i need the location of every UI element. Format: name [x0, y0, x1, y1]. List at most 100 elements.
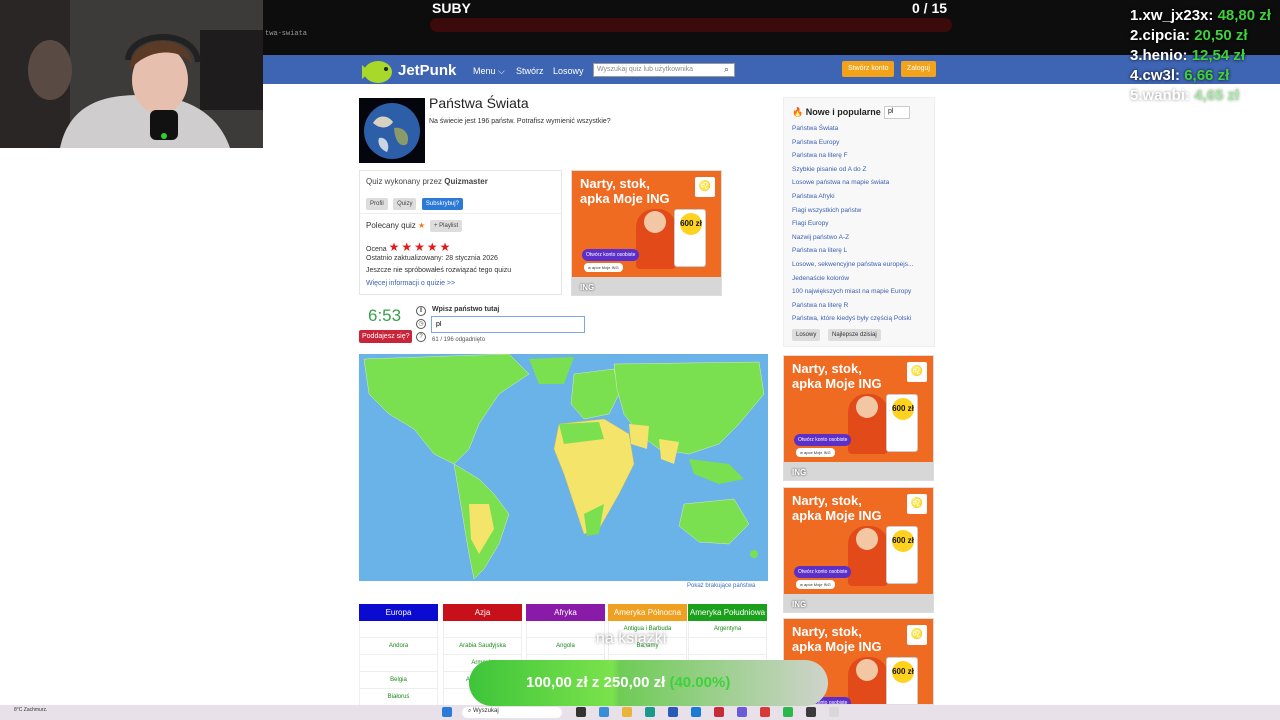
language-select[interactable]: pl: [884, 106, 910, 119]
lion-logo-icon: ♌: [907, 362, 927, 382]
pause-icon[interactable]: Ⅱ: [416, 306, 426, 316]
nav-random[interactable]: Losowy: [553, 66, 584, 76]
app-icon[interactable]: [645, 707, 655, 717]
updated-date: Ostatnio zaktualizowany: 28 stycznia 202…: [366, 255, 498, 262]
popular-sidebar: 🔥 Nowe i popularne pl Państwa Świata Pańs…: [783, 97, 935, 347]
country-cell: Andora: [359, 638, 438, 655]
continent-header: Ameryka Południowa: [688, 604, 767, 621]
leaderboard-row: 1.xw_jx23x: 48,80 zł: [1130, 7, 1271, 24]
random-button[interactable]: Losowy: [792, 329, 821, 341]
leaderboard-row: 2.cipcia: 20,50 zł: [1130, 27, 1248, 44]
author-line: Quiz wykonany przez Quizmaster: [366, 177, 488, 186]
best-today-button[interactable]: Najlepsze dzisiaj: [828, 329, 881, 341]
stream-subtitle: na książki: [596, 630, 667, 647]
country-cell: Argentyna: [688, 621, 767, 638]
sidebar-quiz-link[interactable]: Państwa na literę F: [792, 152, 848, 159]
nav-menu[interactable]: Menu ⌵: [473, 66, 505, 77]
donation-goal-text: 100,00 zł z 250,00 zł (40.00%): [526, 674, 731, 691]
lion-logo-icon: ♌: [695, 177, 715, 197]
country-cell: Belgia: [359, 672, 438, 689]
sidebar-quiz-link[interactable]: Państwa Afryki: [792, 193, 835, 200]
fire-icon: 🔥: [792, 107, 804, 117]
world-map: [359, 354, 768, 581]
chrome-icon[interactable]: [829, 707, 839, 717]
country-cell: Angola: [526, 638, 605, 655]
sidebar-quiz-link[interactable]: Flagi wszystkich państw: [792, 207, 861, 214]
lion-logo-icon: ♌: [907, 625, 927, 645]
not-tried-note: Jeszcze nie spróbowałeś rozwiązać tego q…: [366, 267, 512, 274]
ad-banner[interactable]: Narty, stok, apka Moje ING ♌ 600 zł Otwó…: [783, 355, 934, 481]
country-cell: [443, 621, 522, 638]
sidebar-quiz-link[interactable]: Szybkie pisanie od A do Z: [792, 166, 866, 173]
obs-icon[interactable]: [806, 707, 816, 717]
star-icon: ★: [418, 221, 426, 230]
donor-leaderboard: 1.xw_jx23x: 48,80 zł 2.cipcia: 20,50 zł …: [1130, 6, 1271, 106]
subscribe-button[interactable]: Subskrybuj?: [421, 198, 463, 210]
folder-icon[interactable]: [622, 707, 632, 717]
playlist-button[interactable]: + Playlist: [430, 220, 463, 232]
create-account-button[interactable]: Stwórz konto: [842, 61, 895, 77]
more-info-link[interactable]: Więcej informacji o quizie >>: [366, 280, 455, 287]
sidebar-quiz-link[interactable]: Państwa Europy: [792, 139, 839, 146]
author-name[interactable]: Quizmaster: [444, 177, 488, 186]
fish-logo-icon: [362, 61, 392, 83]
help-icon[interactable]: ?: [416, 332, 426, 342]
country-cell: [359, 621, 438, 638]
leaderboard-row: 4.cw3l: 6,66 zł: [1130, 67, 1230, 84]
sidebar-quiz-link[interactable]: Losowe, sekwencyjne państwa europejs...: [792, 261, 913, 268]
answer-input[interactable]: [431, 316, 585, 333]
search-input[interactable]: Wyszukaj quiz lub użytkownika: [593, 63, 735, 77]
answer-label: Wpisz państwo tutaj: [432, 306, 500, 313]
sidebar-quiz-link[interactable]: Państwa na literę L: [792, 247, 847, 254]
country-cell: Arabia Saudyjska: [443, 638, 522, 655]
country-cell: [359, 655, 438, 672]
country-cell: Białoruś: [359, 689, 438, 706]
opera-icon[interactable]: [760, 707, 770, 717]
continent-header: Azja: [443, 604, 522, 621]
guessed-count: 61 / 196 odgadnięto: [432, 337, 486, 343]
country-cell: [526, 621, 605, 638]
sidebar-quiz-link[interactable]: Jedenaście kolorów: [792, 275, 849, 282]
give-up-button[interactable]: Poddajesz się?: [359, 330, 413, 343]
windows-start-icon[interactable]: [442, 707, 452, 717]
edge-icon[interactable]: [599, 707, 609, 717]
spotify-icon[interactable]: [783, 707, 793, 717]
task-view-icon[interactable]: [576, 707, 586, 717]
site-name[interactable]: JetPunk: [398, 62, 456, 79]
leaderboard-row: 3.henio: 12,54 zł: [1130, 47, 1246, 64]
sidebar-quiz-link[interactable]: Państwa na literę R: [792, 302, 848, 309]
nav-create[interactable]: Stwórz: [516, 66, 544, 76]
ad-banner[interactable]: Narty, stok, apka Moje ING ♌ 600 zł Otwó…: [783, 487, 934, 613]
rating-stars[interactable]: ★★★★★: [389, 240, 453, 254]
app-icon[interactable]: [714, 707, 724, 717]
ad-banner[interactable]: Narty, stok, apka Moje ING ♌ 600 zł Otwó…: [571, 170, 722, 296]
sidebar-quiz-link[interactable]: Losowe państwa na mapie świata: [792, 179, 889, 186]
sidebar-quiz-link[interactable]: Nazwij państwo A-Z: [792, 234, 849, 241]
webcam-feed: [0, 0, 263, 148]
continent-header: Ameryka Północna: [608, 604, 687, 621]
sidebar-quiz-link[interactable]: Państwa, które kiedyś były częścią Polsk…: [792, 315, 911, 322]
search-icon[interactable]: ⌕: [724, 64, 735, 75]
sidebar-quiz-link[interactable]: Flagi Europy: [792, 220, 829, 227]
taskbar: [0, 705, 1280, 720]
taskbar-search[interactable]: ⌕ Wyszukaj: [462, 707, 562, 718]
quiz-timer: 6:53: [368, 306, 402, 325]
show-missing-link[interactable]: Pokaż brakujące państwa: [687, 583, 755, 589]
discord-icon[interactable]: [737, 707, 747, 717]
quiz-title: Państwa Świata: [429, 95, 529, 111]
app-icon[interactable]: [668, 707, 678, 717]
profile-button[interactable]: Profil: [366, 198, 388, 210]
subs-progress-bar: [430, 18, 952, 32]
login-button[interactable]: Zaloguj: [901, 61, 936, 77]
sidebar-quiz-link[interactable]: Państwa Świata: [792, 125, 838, 132]
app-icon[interactable]: [691, 707, 701, 717]
continent-column: Europa Andora Belgia Białoruś: [359, 604, 438, 706]
quizzes-button[interactable]: Quizy: [393, 198, 417, 210]
weather-widget[interactable]: 8°C Zachmurz.: [14, 707, 47, 713]
clock-icon[interactable]: ◷: [416, 319, 426, 329]
quiz-description: Na świecie jest 196 państw. Potrafisz wy…: [429, 118, 611, 125]
country-cell: [688, 638, 767, 655]
quiz-thumbnail: [359, 98, 425, 163]
sidebar-quiz-link[interactable]: 100 największych miast na mapie Europy: [792, 288, 911, 295]
lion-logo-icon: ♌: [907, 494, 927, 514]
